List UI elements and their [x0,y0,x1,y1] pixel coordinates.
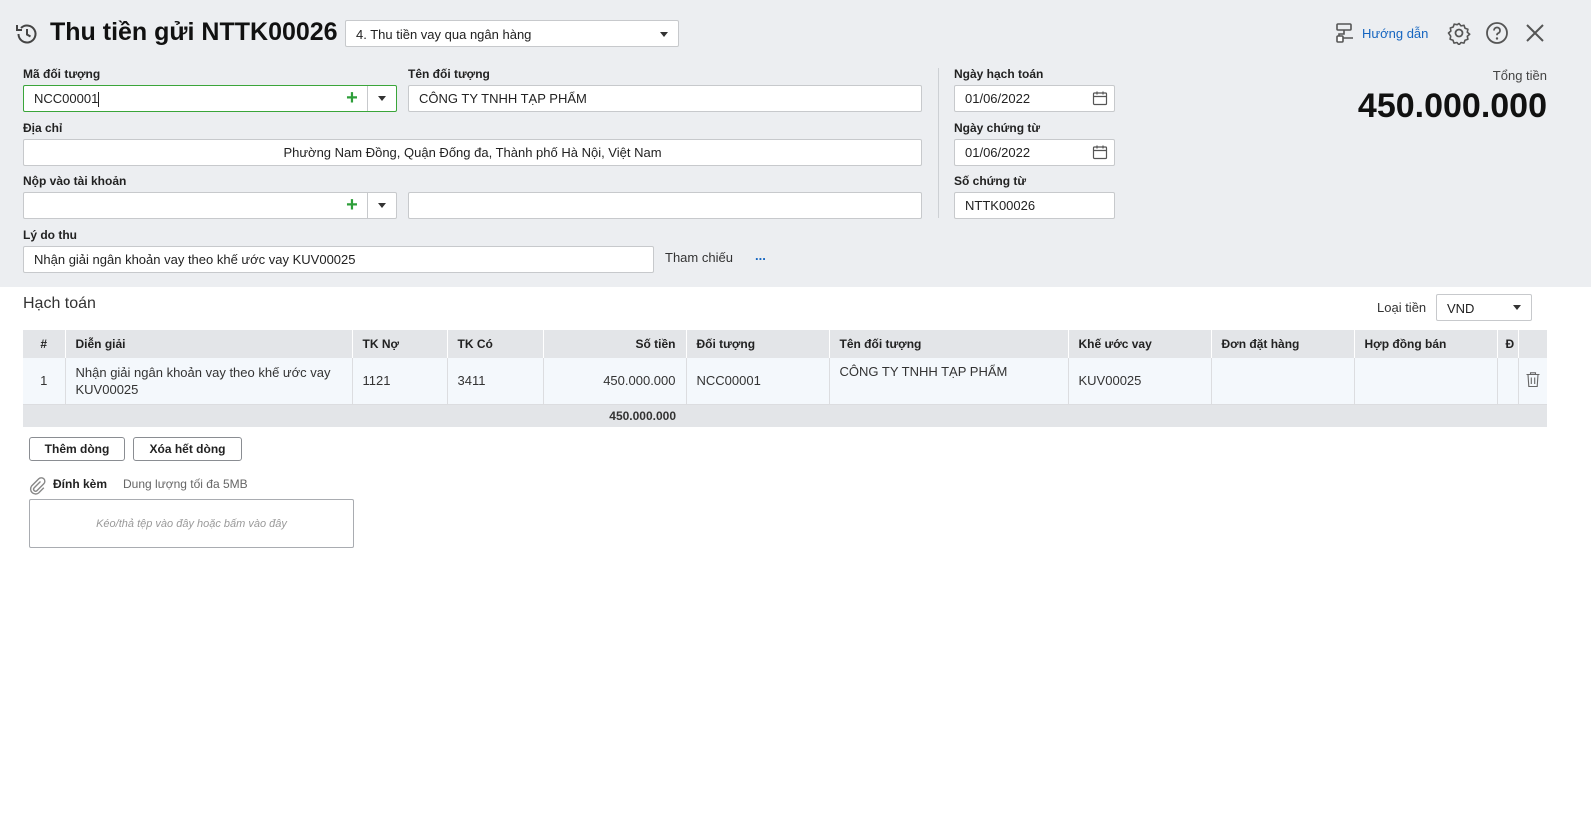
attachment-drop-text: Kéo/thả tệp vào đây hoặc bấm vào đây [96,517,287,530]
col-order[interactable]: Đơn đặt hàng [1211,330,1355,358]
add-icon[interactable]: + [337,192,367,219]
close-icon[interactable] [1524,22,1546,44]
guide-link[interactable]: Hướng dẫn [1334,21,1428,45]
object-name-label: Tên đối tượng [408,67,490,81]
row-delete-cell[interactable] [1518,358,1547,405]
voucher-type-select[interactable]: 4. Thu tiền vay qua ngân hàng [345,20,679,47]
dropdown-caret-icon [378,203,386,208]
row-debit[interactable]: 1121 [352,358,448,405]
voucher-type-value: 4. Thu tiền vay qua ngân hàng [356,27,532,42]
total-amount-cell: 450.000.000 [23,404,686,427]
total-label: Tổng tiền [1492,68,1547,83]
page-title: Thu tiền gửi NTTK00026 [50,18,338,46]
currency-label: Loại tiền [1377,300,1427,315]
object-code-label: Mã đối tượng [23,67,101,81]
dropdown-caret-icon [378,96,386,101]
row-sales-contract[interactable] [1354,358,1498,405]
voucher-date-value: 01/06/2022 [965,145,1031,160]
col-credit[interactable]: TK Có [447,330,544,358]
currency-value: VND [1447,301,1475,316]
object-name-input[interactable]: CÔNG TY TNHH TẠP PHẨM [408,85,922,112]
table-total-row: 450.000.000 [23,404,1547,427]
reference-label: Tham chiếu [665,250,733,265]
form-divider [938,68,939,218]
table-row[interactable]: 1 Nhận giải ngân khoản vay theo khế ước … [23,358,1547,405]
row-object[interactable]: NCC00001 [686,358,830,405]
row-description[interactable]: Nhận giải ngân khoản vay theo khế ước va… [65,358,353,405]
row-description-line2: KUV00025 [75,381,139,397]
accounting-table: # Diễn giải TK Nợ TK Có Số tiền Đối tượn… [23,330,1548,427]
settings-icon[interactable] [1447,21,1471,45]
col-object-name[interactable]: Tên đối tượng [829,330,1069,358]
account-name-input[interactable] [408,192,922,219]
col-amount[interactable]: Số tiền [543,330,687,358]
total-amount: 450.000.000 [1357,87,1547,125]
history-icon[interactable] [14,21,40,47]
object-code-dropdown[interactable] [367,86,396,111]
reason-label: Lý do thu [23,228,77,242]
address-input[interactable]: Phường Nam Đồng, Quận Đống đa, Thành phố… [23,139,922,166]
voucher-date-label: Ngày chứng từ [954,121,1041,135]
posting-date-label: Ngày hạch toán [954,67,1044,81]
trash-icon[interactable] [1525,371,1541,388]
dropdown-caret-icon [660,32,668,37]
account-label: Nộp vào tài khoản [23,174,127,188]
delete-all-rows-button[interactable]: Xóa hết dòng [133,437,242,461]
col-index[interactable]: # [23,330,66,358]
row-order[interactable] [1211,358,1355,405]
dropdown-caret-icon [1513,305,1521,310]
col-actions [1518,330,1548,358]
address-label: Địa chỉ [23,121,63,135]
reason-input[interactable]: Nhận giải ngân khoản vay theo khế ước va… [23,246,654,273]
col-debit[interactable]: TK Nợ [352,330,448,358]
row-description-line1: Nhận giải ngân khoản vay theo khế ước va… [75,364,331,380]
voucher-date-input[interactable]: 01/06/2022 [954,139,1115,166]
row-amount[interactable]: 450.000.000 [543,358,687,405]
row-credit[interactable]: 3411 [447,358,544,405]
row-index: 1 [23,358,66,405]
posting-date-input[interactable]: 01/06/2022 [954,85,1115,112]
voucher-no-label: Số chứng từ [954,174,1027,188]
table-header-row: # Diễn giải TK Nợ TK Có Số tiền Đối tượn… [23,330,1548,358]
object-code-value: NCC00001 [34,91,99,106]
posting-date-value: 01/06/2022 [965,91,1031,106]
paperclip-icon [29,477,46,495]
calendar-icon[interactable] [1092,144,1108,160]
voucher-no-input[interactable]: NTTK00026 [954,192,1115,219]
col-loan-contract[interactable]: Khế ước vay [1068,330,1212,358]
attachment-label: Đính kèm [53,477,108,491]
row-loan-contract[interactable]: KUV00025 [1068,358,1212,405]
row-truncated-cell[interactable] [1497,358,1519,405]
attachment-dropzone[interactable]: Kéo/thả tệp vào đây hoặc bấm vào đây [29,499,354,548]
add-icon[interactable]: + [337,85,367,112]
col-object[interactable]: Đối tượng [686,330,830,358]
guide-label: Hướng dẫn [1362,25,1429,41]
col-sales-contract[interactable]: Hợp đồng bán [1354,330,1498,358]
account-dropdown[interactable] [367,193,396,218]
help-icon[interactable] [1485,21,1509,45]
row-object-name[interactable]: CÔNG TY TNHH TẠP PHẨM [829,358,1069,405]
guide-icon [1336,23,1353,43]
currency-select[interactable]: VND [1436,294,1532,321]
add-row-button[interactable]: Thêm dòng [29,437,125,461]
accounting-section-title: Hạch toán [23,295,96,312]
calendar-icon[interactable] [1092,90,1108,106]
total-row-filler [686,404,1547,427]
col-truncated[interactable]: Đ [1497,330,1519,358]
col-description[interactable]: Diễn giải [65,330,353,358]
attachment-hint: Dung lượng tối đa 5MB [123,477,248,491]
reference-more-button[interactable]: ... [755,248,766,263]
